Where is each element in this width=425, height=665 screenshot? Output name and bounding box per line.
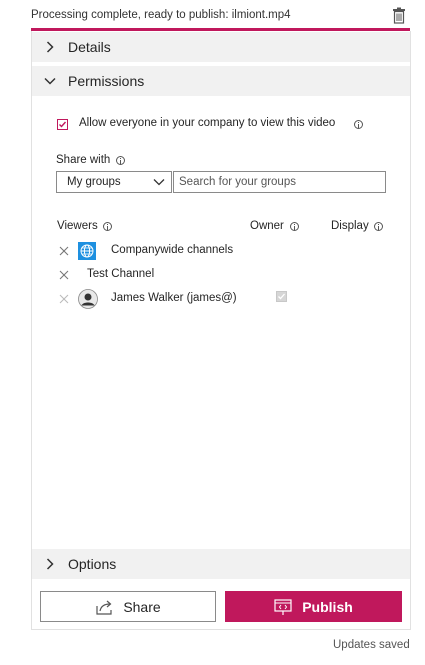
publish-panel: Details Permissions Allow everyone in yo… — [31, 31, 411, 630]
share-button[interactable]: Share — [40, 591, 216, 622]
section-permissions-label: Permissions — [68, 73, 145, 89]
trash-icon[interactable] — [391, 7, 407, 24]
publish-button-label: Publish — [302, 598, 353, 615]
save-status: Updates saved — [333, 639, 410, 651]
chevron-right-icon — [32, 558, 68, 570]
viewer-name: James Walker (james@) — [111, 292, 237, 304]
allow-company-label: Allow everyone in your company to view t… — [79, 117, 336, 129]
viewers-column-header: Viewers — [57, 220, 98, 232]
allow-company-checkbox[interactable] — [57, 119, 68, 130]
share-with-info-icon[interactable] — [116, 156, 125, 165]
allow-info-icon[interactable] — [354, 120, 363, 129]
share-icon — [96, 600, 112, 615]
section-options-label: Options — [68, 556, 117, 572]
remove-viewer-icon[interactable] — [59, 246, 69, 256]
display-column-header: Display — [331, 220, 369, 232]
owner-column-header: Owner — [250, 220, 284, 232]
chevron-down-icon — [32, 77, 68, 85]
share-button-label: Share — [123, 598, 161, 615]
avatar — [78, 289, 98, 309]
section-details[interactable]: Details — [32, 32, 410, 62]
viewers-info-icon[interactable] — [103, 222, 112, 231]
section-options[interactable]: Options — [32, 549, 410, 579]
share-with-label: Share with — [56, 154, 111, 166]
section-details-label: Details — [68, 39, 111, 55]
section-permissions[interactable]: Permissions — [32, 66, 410, 96]
viewer-name: Companywide channels — [111, 244, 234, 256]
chevron-down-icon — [153, 179, 165, 186]
owner-info-icon[interactable] — [290, 222, 299, 231]
publish-icon — [274, 598, 292, 615]
chevron-right-icon — [32, 41, 68, 53]
status-message: Processing complete, ready to publish: i… — [31, 9, 291, 21]
share-with-value: My groups — [67, 176, 121, 188]
publish-button[interactable]: Publish — [225, 591, 402, 622]
remove-viewer-icon — [59, 294, 69, 304]
owner-checkbox — [276, 291, 287, 302]
share-with-dropdown[interactable]: My groups — [56, 171, 172, 193]
globe-icon — [78, 242, 96, 260]
viewer-name: Test Channel — [87, 268, 155, 280]
group-search-input[interactable] — [173, 171, 386, 193]
remove-viewer-icon[interactable] — [59, 270, 69, 280]
display-info-icon[interactable] — [374, 222, 383, 231]
